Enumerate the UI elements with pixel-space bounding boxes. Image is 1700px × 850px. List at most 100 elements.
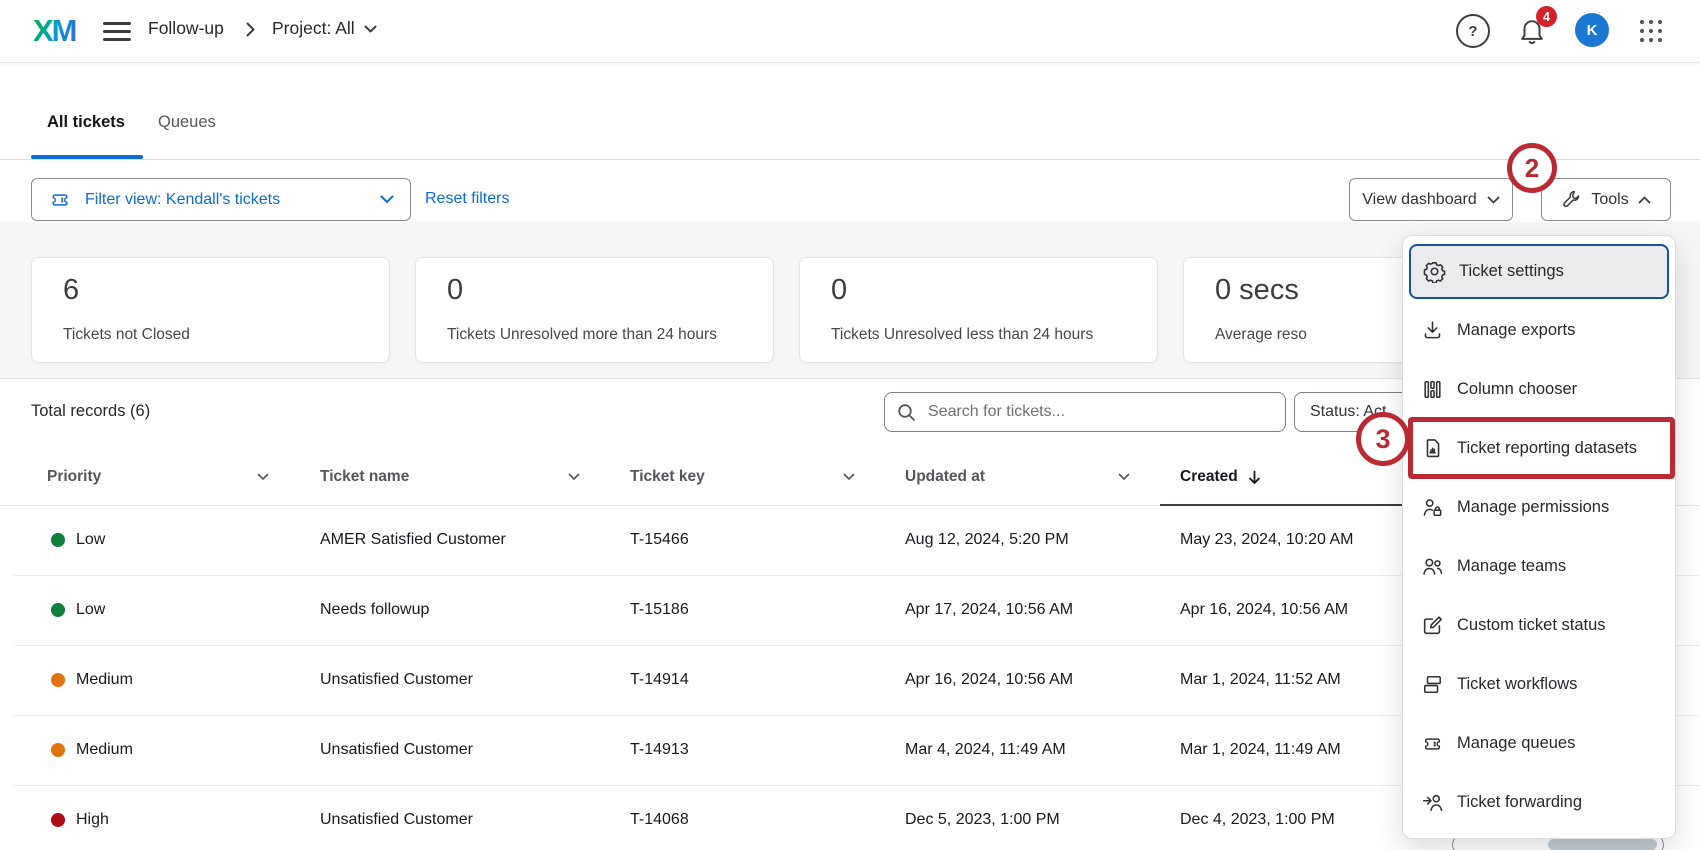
report-doc-icon — [1421, 437, 1444, 460]
column-header-ticket-name[interactable]: Ticket name — [320, 462, 580, 492]
columns-icon — [1421, 378, 1444, 401]
menu-item-label: Ticket reporting datasets — [1457, 439, 1637, 458]
column-header-ticket-key[interactable]: Ticket key — [630, 462, 855, 492]
priority-dot-icon — [51, 673, 65, 687]
menu-item-label: Manage exports — [1457, 321, 1575, 340]
menu-item-label: Column chooser — [1457, 380, 1577, 399]
ticket-key-cell: T-15186 — [630, 575, 689, 645]
created-cell: Mar 1, 2024, 11:49 AM — [1180, 715, 1341, 785]
avatar[interactable]: K — [1575, 13, 1609, 47]
priority-cell: High — [51, 785, 109, 850]
updated-at-cell: Dec 5, 2023, 1:00 PM — [905, 785, 1060, 850]
menu-item-column-chooser[interactable]: Column chooser — [1409, 362, 1669, 417]
ticket-name-cell: Needs followup — [320, 575, 429, 645]
ticket-name-cell: Unsatisfied Customer — [320, 715, 473, 785]
hamburger-menu-icon[interactable] — [103, 22, 131, 41]
ticket-key-cell: T-14913 — [630, 715, 689, 785]
ticket-search[interactable] — [884, 392, 1286, 432]
menu-item-manage-teams[interactable]: Manage teams — [1409, 539, 1669, 594]
priority-label: Medium — [76, 671, 133, 689]
stat-label: Tickets Unresolved less than 24 hours — [831, 326, 1093, 344]
filter-view-label: Filter view: Kendall's tickets — [85, 191, 380, 209]
ticket-icon — [48, 190, 72, 210]
stat-value: 0 — [831, 274, 847, 307]
stat-value: 0 secs — [1215, 274, 1299, 307]
menu-item-ticket-forwarding[interactable]: Ticket forwarding — [1409, 775, 1669, 830]
active-tab-underline — [31, 155, 143, 159]
workflow-icon — [1421, 673, 1444, 696]
app-root: XM Follow-up Project: All ? 4 K — [0, 0, 1700, 850]
updated-at-cell: Aug 12, 2024, 5:20 PM — [905, 505, 1069, 575]
created-cell: Apr 16, 2024, 10:56 AM — [1180, 575, 1348, 645]
menu-item-label: Ticket settings — [1459, 262, 1564, 281]
stat-value: 0 — [447, 274, 463, 307]
column-label: Priority — [47, 468, 101, 486]
ticket-key-cell: T-15466 — [630, 505, 689, 575]
stat-label: Average reso — [1215, 326, 1307, 344]
edit-icon — [1421, 614, 1444, 637]
chevron-down-icon[interactable] — [568, 473, 580, 481]
chevron-down-icon — [380, 195, 394, 204]
created-cell: Dec 4, 2023, 1:00 PM — [1180, 785, 1335, 850]
menu-item-ticket-workflows[interactable]: Ticket workflows — [1409, 657, 1669, 712]
stat-card: 6 Tickets not Closed — [31, 257, 390, 363]
menu-item-manage-permissions[interactable]: Manage permissions — [1409, 480, 1669, 535]
priority-label: Medium — [76, 741, 133, 759]
annotation-step-2: 2 — [1507, 143, 1557, 193]
chevron-down-icon[interactable] — [1118, 473, 1130, 481]
menu-item-label: Ticket workflows — [1457, 675, 1577, 694]
menu-item-label: Manage queues — [1457, 734, 1575, 753]
updated-at-cell: Apr 16, 2024, 10:56 AM — [905, 645, 1073, 715]
app-grid-icon[interactable] — [1638, 18, 1664, 44]
menu-item-custom-ticket-status[interactable]: Custom ticket status — [1409, 598, 1669, 653]
chevron-down-icon — [364, 25, 377, 33]
menu-item-label: Custom ticket status — [1457, 616, 1606, 635]
ticket-name-cell: Unsatisfied Customer — [320, 785, 473, 850]
stat-card: 0 Tickets Unresolved more than 24 hours — [415, 257, 774, 363]
column-label: Created — [1180, 468, 1238, 486]
ticket-key-cell: T-14068 — [630, 785, 689, 850]
priority-dot-icon — [51, 533, 65, 547]
priority-label: High — [76, 811, 109, 829]
tab-queues[interactable]: Queues — [158, 113, 216, 132]
column-header-updated-at[interactable]: Updated at — [905, 462, 1130, 492]
scrollbar-thumb[interactable] — [1548, 839, 1657, 850]
menu-item-manage-queues[interactable]: Manage queues — [1409, 716, 1669, 771]
stat-label: Tickets Unresolved more than 24 hours — [447, 326, 717, 344]
people-icon — [1421, 555, 1444, 578]
menu-item-ticket-settings[interactable]: Ticket settings — [1409, 244, 1669, 299]
updated-at-cell: Apr 17, 2024, 10:56 AM — [905, 575, 1073, 645]
created-cell: Mar 1, 2024, 11:52 AM — [1180, 645, 1341, 715]
stat-label: Tickets not Closed — [63, 326, 190, 344]
column-label: Ticket name — [320, 468, 409, 486]
menu-item-ticket-reporting-datasets[interactable]: Ticket reporting datasets — [1409, 421, 1669, 476]
ticket-name-cell: AMER Satisfied Customer — [320, 505, 506, 575]
chevron-down-icon[interactable] — [843, 473, 855, 481]
ticket-key-cell: T-14914 — [630, 645, 689, 715]
help-icon[interactable]: ? — [1456, 14, 1490, 48]
project-scope-dropdown[interactable]: Project: All — [272, 18, 377, 39]
reset-filters-link[interactable]: Reset filters — [425, 190, 509, 208]
tab-all-tickets[interactable]: All tickets — [47, 113, 125, 132]
chevron-down-icon[interactable] — [257, 473, 269, 481]
priority-cell: Medium — [51, 645, 133, 715]
filter-view-dropdown[interactable]: Filter view: Kendall's tickets — [31, 178, 411, 221]
priority-dot-icon — [51, 743, 65, 757]
forward-person-icon — [1421, 791, 1444, 814]
breadcrumb-project[interactable]: Follow-up — [148, 18, 224, 39]
top-bar: XM Follow-up Project: All ? 4 K — [0, 0, 1700, 63]
priority-cell: Low — [51, 505, 105, 575]
priority-cell: Low — [51, 575, 105, 645]
priority-dot-icon — [51, 603, 65, 617]
ticket-name-cell: Unsatisfied Customer — [320, 645, 473, 715]
created-cell: May 23, 2024, 10:20 AM — [1180, 505, 1353, 575]
view-dashboard-button[interactable]: View dashboard — [1349, 178, 1513, 221]
menu-item-label: Manage teams — [1457, 557, 1566, 576]
menu-item-manage-exports[interactable]: Manage exports — [1409, 303, 1669, 358]
tools-button[interactable]: Tools — [1541, 178, 1671, 221]
person-lock-icon — [1421, 496, 1444, 519]
tools-menu: Ticket settings Manage exports Column ch… — [1402, 235, 1676, 839]
column-header-priority[interactable]: Priority — [47, 462, 269, 492]
search-input[interactable] — [926, 402, 1273, 422]
column-header-created[interactable]: Created — [1180, 462, 1300, 492]
